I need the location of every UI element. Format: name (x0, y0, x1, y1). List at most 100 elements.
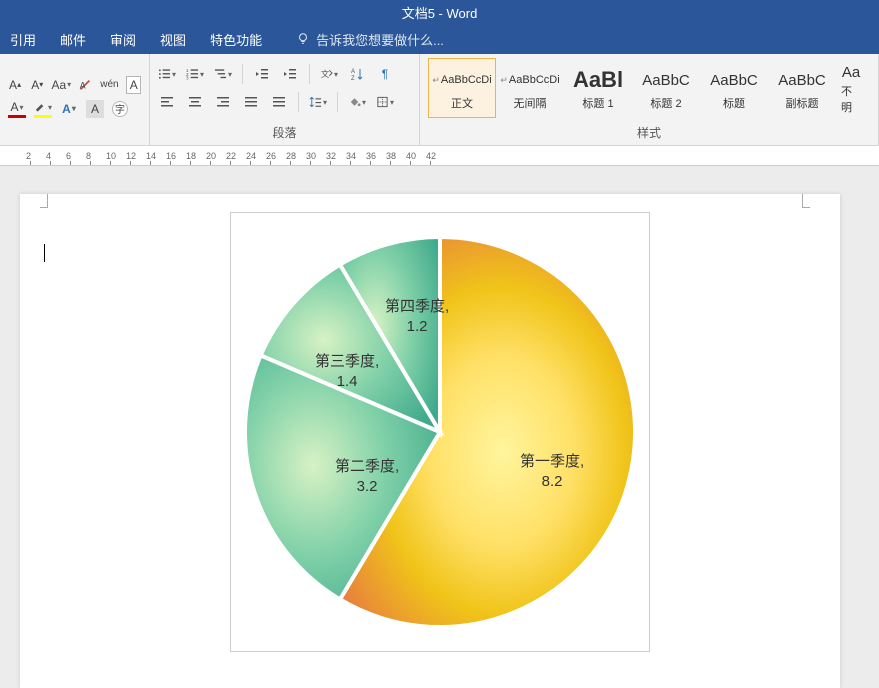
style-subtitle[interactable]: AaBbC 副标题 (768, 58, 836, 118)
style-heading2[interactable]: AaBbC 标题 2 (632, 58, 700, 118)
style-name: 副标题 (786, 95, 819, 111)
increase-indent-button[interactable] (281, 65, 299, 83)
show-marks-button[interactable]: ¶ (376, 65, 394, 83)
align-distributed-icon (272, 95, 286, 109)
horizontal-ruler[interactable]: 24681012141618202224262830323436384042 (0, 146, 879, 166)
character-border-button[interactable]: A (126, 76, 141, 94)
align-center-button[interactable] (186, 93, 204, 111)
style-sample: AaBbC (642, 65, 690, 95)
styles-gallery[interactable]: AaBbCcDi 正文 AaBbCcDi 无间隔 AaBl 标题 1 AaBbC… (428, 58, 866, 118)
align-distributed-button[interactable] (270, 93, 288, 111)
text-direction-button[interactable]: 文▾ (320, 65, 338, 83)
align-left-button[interactable] (158, 93, 176, 111)
align-justify-icon (244, 95, 258, 109)
bucket-icon (348, 95, 361, 109)
clear-formatting-button[interactable]: A (78, 76, 92, 94)
pie-chart (240, 232, 640, 632)
style-no-spacing[interactable]: AaBbCcDi 无间隔 (496, 58, 564, 118)
align-right-button[interactable] (214, 93, 232, 111)
align-justify-button[interactable] (242, 93, 260, 111)
decrease-indent-button[interactable] (253, 65, 271, 83)
menu-mailings[interactable]: 邮件 (60, 30, 86, 49)
svg-text:3: 3 (186, 76, 189, 81)
menu-review[interactable]: 审阅 (110, 30, 136, 49)
svg-text:A: A (80, 80, 86, 90)
sort-button[interactable]: AZ (348, 65, 366, 83)
sort-icon: AZ (350, 67, 364, 81)
borders-button[interactable]: ▾ (376, 93, 394, 111)
style-more[interactable]: Aa 不明 (836, 58, 866, 118)
tell-me-search[interactable]: 告诉我您想要做什么... (296, 30, 444, 49)
style-normal[interactable]: AaBbCcDi 正文 (428, 58, 496, 118)
align-center-icon (188, 95, 202, 109)
style-name: 标题 2 (650, 95, 681, 111)
bullets-button[interactable]: ▾ (158, 65, 176, 83)
phonetic-guide-button[interactable]: wén (100, 76, 118, 94)
separator (242, 64, 243, 84)
text-effects-button[interactable]: A▾ (60, 100, 78, 118)
pie-label-1: 第一季度,8.2 (520, 452, 584, 491)
line-spacing-icon (309, 95, 322, 109)
style-heading1[interactable]: AaBl 标题 1 (564, 58, 632, 118)
separator (337, 92, 338, 112)
menu-bar: 引用 邮件 审阅 视图 特色功能 告诉我您想要做什么... (0, 24, 879, 54)
multilevel-list-button[interactable]: ▾ (214, 65, 232, 83)
pie-label-2: 第二季度,3.2 (335, 457, 399, 496)
separator (309, 64, 310, 84)
outdent-icon (255, 67, 269, 81)
window-title: 文档5 - Word (402, 3, 478, 22)
style-name: 无间隔 (514, 95, 547, 111)
svg-text:Z: Z (351, 76, 355, 81)
menu-special[interactable]: 特色功能 (210, 30, 262, 49)
shading-button[interactable]: ▾ (348, 93, 366, 111)
svg-text:A: A (351, 69, 355, 75)
style-title[interactable]: AaBbC 标题 (700, 58, 768, 118)
text-cursor (44, 244, 45, 262)
numbering-button[interactable]: 123▾ (186, 65, 204, 83)
style-sample: AaBbC (778, 65, 826, 95)
line-spacing-button[interactable]: ▾ (309, 93, 327, 111)
character-shading-button[interactable]: A (86, 100, 104, 118)
highlight-color-button[interactable]: ▾ (34, 100, 52, 118)
font-color-button[interactable]: A▾ (8, 100, 26, 118)
document-area[interactable]: 第一季度,8.2 第二季度,3.2 第三季度,1.4第四季度,1.2 (0, 166, 879, 688)
style-sample: AaBbC (710, 65, 758, 95)
style-sample: AaBbCcDi (500, 65, 559, 95)
enclose-characters-button[interactable]: 字 (112, 101, 128, 117)
numbering-icon: 123 (186, 67, 199, 81)
menu-references[interactable]: 引用 (10, 30, 36, 49)
change-case-button[interactable]: Aa▾ (52, 76, 70, 94)
page[interactable]: 第一季度,8.2 第二季度,3.2 第三季度,1.4第四季度,1.2 (20, 194, 840, 688)
ribbon-group-font: A▴ A▾ Aa▾ A wén A A▾ ▾ A▾ A 字 (0, 54, 150, 145)
bulb-icon (296, 32, 310, 46)
ribbon-group-styles: AaBbCcDi 正文 AaBbCcDi 无间隔 AaBl 标题 1 AaBbC… (420, 54, 879, 145)
indent-icon (283, 67, 297, 81)
borders-icon (376, 95, 389, 109)
margin-corner-tr (802, 194, 810, 208)
pie-label-3: 第三季度,1.4 (315, 352, 379, 391)
font-group-label (0, 139, 149, 145)
shrink-font-button[interactable]: A▾ (30, 76, 44, 94)
styles-group-label: 样式 (420, 122, 878, 145)
pie-chart-object[interactable]: 第一季度,8.2 第二季度,3.2 第三季度,1.4第四季度,1.2 (230, 212, 650, 652)
svg-text:文: 文 (321, 69, 330, 79)
grow-font-button[interactable]: A▴ (8, 76, 22, 94)
margin-corner-tl (40, 194, 48, 208)
tell-me-placeholder: 告诉我您想要做什么... (316, 30, 444, 49)
paragraph-group-label: 段落 (150, 122, 419, 145)
separator (298, 92, 299, 112)
multilevel-icon (214, 67, 227, 81)
style-sample: Aa (842, 61, 860, 83)
pie-label-4: 第四季度,1.2 (385, 297, 449, 336)
menu-view[interactable]: 视图 (160, 30, 186, 49)
style-sample: AaBbCcDi (432, 65, 491, 95)
ribbon-group-paragraph: ▾ 123▾ ▾ 文▾ AZ ¶ (150, 54, 420, 145)
ribbon: A▴ A▾ Aa▾ A wén A A▾ ▾ A▾ A 字 (0, 54, 879, 146)
title-bar: 文档5 - Word (0, 0, 879, 24)
style-name: 标题 (723, 95, 745, 111)
style-sample: AaBl (573, 65, 623, 95)
bullets-icon (158, 67, 171, 81)
text-direction-icon: 文 (320, 67, 333, 81)
highlighter-icon (34, 100, 47, 114)
align-right-icon (216, 95, 230, 109)
